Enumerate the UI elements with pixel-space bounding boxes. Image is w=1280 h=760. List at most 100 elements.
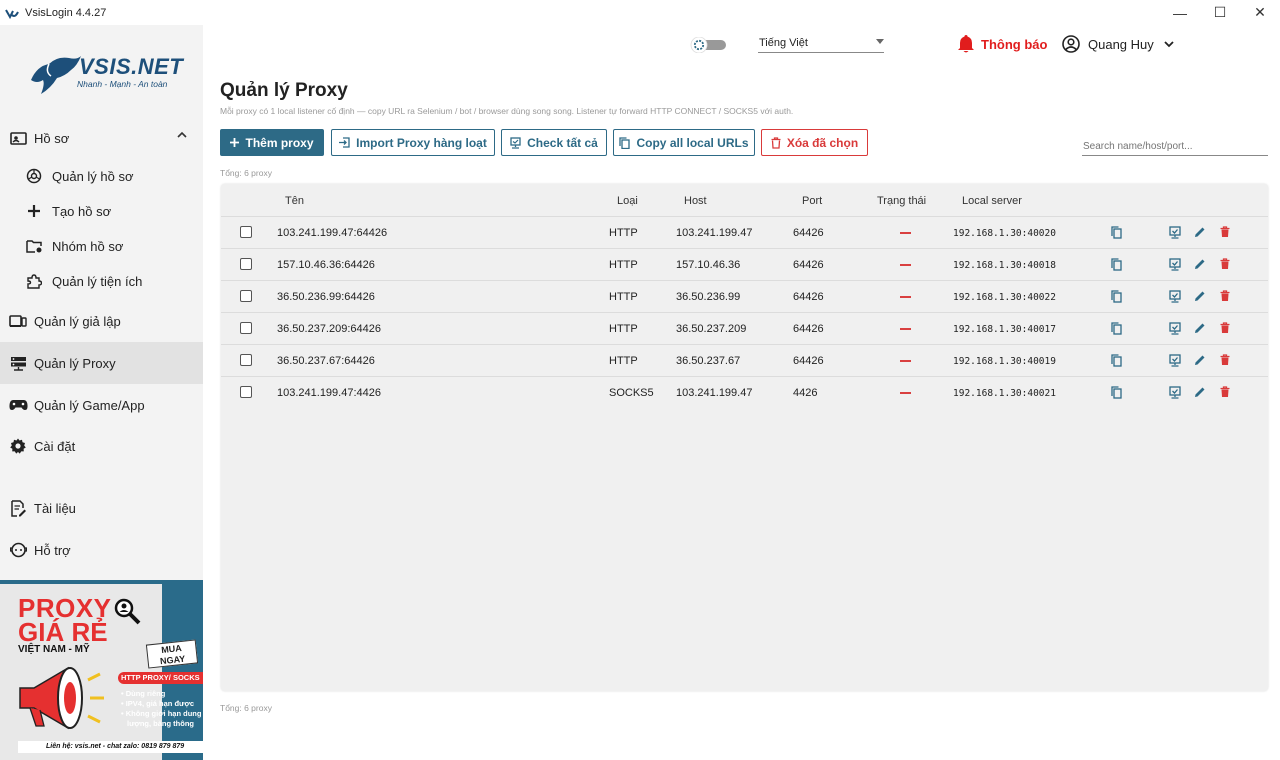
sidebar-item-extensions[interactable]: Quản lý tiện ích xyxy=(0,260,203,302)
close-button[interactable]: ✕ xyxy=(1240,0,1280,25)
column-header-type[interactable]: Loại xyxy=(617,195,638,207)
add-proxy-label: Thêm proxy xyxy=(245,135,314,150)
local-server-url: 192.168.1.30:40018 xyxy=(953,260,1056,271)
check-proxy-icon[interactable] xyxy=(1168,257,1182,271)
maximize-button[interactable]: ☐ xyxy=(1200,0,1240,25)
emulator-icon xyxy=(8,311,28,331)
proxy-name: 157.10.46.36:64426 xyxy=(277,259,375,271)
delete-icon[interactable] xyxy=(1218,289,1232,303)
delete-icon[interactable] xyxy=(1218,257,1232,271)
buy-now-badge[interactable]: MUA NGAY xyxy=(145,639,199,669)
language-select[interactable]: Tiếng Việt xyxy=(758,33,884,53)
local-server-url: 192.168.1.30:40021 xyxy=(953,388,1056,399)
window-titlebar: VsisLogin 4.4.27 — ☐ ✕ xyxy=(0,0,1280,25)
promo-feature: • Không giới hạn dung xyxy=(121,709,202,718)
copy-url-icon[interactable] xyxy=(1109,353,1123,367)
column-header-name[interactable]: Tên xyxy=(285,195,304,207)
notifications-button[interactable]: Thông báo xyxy=(957,34,1047,54)
delete-icon[interactable] xyxy=(1218,353,1232,367)
promo-feature: • IPV4, giá hạn được xyxy=(121,699,194,708)
table-row[interactable]: 36.50.237.67:64426 HTTP 36.50.237.67 64426 1… xyxy=(221,344,1268,376)
trash-icon xyxy=(771,136,781,149)
check-proxy-icon[interactable] xyxy=(1168,353,1182,367)
promo-banner[interactable]: PROXY GIÁ RẺ VIỆT NAM - MỸ MUA NGAY HTTP… xyxy=(0,580,203,760)
copy-url-icon[interactable] xyxy=(1109,289,1123,303)
copy-url-icon[interactable] xyxy=(1109,321,1123,335)
edit-icon[interactable] xyxy=(1193,353,1207,367)
edit-icon[interactable] xyxy=(1193,257,1207,271)
chevron-up-icon[interactable] xyxy=(177,131,187,139)
copy-url-icon[interactable] xyxy=(1109,385,1123,399)
edit-icon[interactable] xyxy=(1193,289,1207,303)
window-title: VsisLogin 4.4.27 xyxy=(25,6,107,19)
table-row[interactable]: 157.10.46.36:64426 HTTP 157.10.46.36 64426 1… xyxy=(221,248,1268,280)
column-header-port[interactable]: Port xyxy=(802,195,822,207)
check-proxy-icon[interactable] xyxy=(1168,225,1182,239)
local-server-url: 192.168.1.30:40020 xyxy=(953,228,1056,239)
sidebar-item-settings[interactable]: Cài đặt xyxy=(0,425,203,467)
check-proxy-icon[interactable] xyxy=(1168,289,1182,303)
edit-icon[interactable] xyxy=(1193,225,1207,239)
check-monitor-icon xyxy=(510,136,521,149)
row-checkbox[interactable] xyxy=(240,290,252,302)
table-row[interactable]: 36.50.237.209:64426 HTTP 36.50.237.209 6442… xyxy=(221,312,1268,344)
check-proxy-icon[interactable] xyxy=(1168,385,1182,399)
delete-icon[interactable] xyxy=(1218,385,1232,399)
proxy-port: 64426 xyxy=(793,227,824,239)
sidebar-item-profiles[interactable]: Hồ sơ xyxy=(0,117,203,159)
table-row[interactable]: 36.50.236.99:64426 HTTP 36.50.236.99 64426 1… xyxy=(221,280,1268,312)
sidebar: VSIS.NET Nhanh - Mạnh - An toàn Hồ sơ Qu… xyxy=(0,25,203,760)
proxy-type: HTTP xyxy=(609,323,638,335)
row-checkbox[interactable] xyxy=(240,322,252,334)
sidebar-item-label: Quản lý tiện ích xyxy=(52,273,143,289)
sidebar-item-docs[interactable]: Tài liệu xyxy=(0,487,203,529)
user-menu[interactable]: Quang Huy xyxy=(1062,34,1174,54)
column-header-status[interactable]: Trạng thái xyxy=(877,195,926,207)
row-checkbox[interactable] xyxy=(240,226,252,238)
search-input[interactable] xyxy=(1082,137,1268,156)
sidebar-item-support[interactable]: Hỗ trợ xyxy=(0,529,203,571)
edit-icon[interactable] xyxy=(1193,321,1207,335)
table-row[interactable]: 103.241.199.47:4426 SOCKS5 103.241.199.47 4… xyxy=(221,376,1268,408)
column-header-host[interactable]: Host xyxy=(684,195,707,207)
add-proxy-button[interactable]: Thêm proxy xyxy=(220,129,324,156)
language-value: Tiếng Việt xyxy=(759,37,808,49)
delete-icon[interactable] xyxy=(1218,225,1232,239)
user-name: Quang Huy xyxy=(1088,36,1154,52)
theme-toggle[interactable] xyxy=(688,37,726,53)
sidebar-item-proxy[interactable]: Quản lý Proxy xyxy=(0,342,203,384)
copy-url-icon[interactable] xyxy=(1109,225,1123,239)
sidebar-item-label: Cài đặt xyxy=(34,438,76,454)
magnifier-icon xyxy=(114,598,141,625)
import-proxy-button[interactable]: Import Proxy hàng loạt xyxy=(331,129,495,156)
sidebar-item-game-app[interactable]: Quản lý Game/App xyxy=(0,384,203,426)
proxy-type: SOCKS5 xyxy=(609,387,654,399)
check-all-button[interactable]: Check tất cả xyxy=(501,129,607,156)
row-checkbox[interactable] xyxy=(240,386,252,398)
table-row[interactable]: 103.241.199.47:64426 HTTP 103.241.199.47 64… xyxy=(221,216,1268,248)
http-socks-badge: HTTP PROXY/ SOCKS xyxy=(118,672,203,684)
logo-text: VSIS.NET xyxy=(79,54,184,79)
edit-icon[interactable] xyxy=(1193,385,1207,399)
proxy-host: 36.50.237.67 xyxy=(676,355,741,367)
check-proxy-icon[interactable] xyxy=(1168,321,1182,335)
sidebar-item-label: Quản lý Game/App xyxy=(34,397,145,413)
proxy-port: 64426 xyxy=(793,259,824,271)
column-header-local-server[interactable]: Local server xyxy=(962,195,1022,207)
proxy-name: 36.50.236.99:64426 xyxy=(277,291,375,303)
sidebar-item-label: Hỗ trợ xyxy=(34,542,71,558)
row-checkbox[interactable] xyxy=(240,354,252,366)
minimize-button[interactable]: — xyxy=(1160,0,1200,25)
proxy-port: 64426 xyxy=(793,355,824,367)
row-checkbox[interactable] xyxy=(240,258,252,270)
proxy-port: 64426 xyxy=(793,323,824,335)
sidebar-item-emulators[interactable]: Quản lý giả lập xyxy=(0,300,203,342)
delete-icon[interactable] xyxy=(1218,321,1232,335)
proxy-type: HTTP xyxy=(609,291,638,303)
puzzle-icon xyxy=(24,271,44,291)
table-header: Tên Loại Host Port Trạng thái Local serv… xyxy=(221,184,1268,216)
sidebar-item-label: Quản lý hồ sơ xyxy=(52,168,134,184)
copy-all-urls-button[interactable]: Copy all local URLs xyxy=(613,129,755,156)
copy-url-icon[interactable] xyxy=(1109,257,1123,271)
delete-selected-button[interactable]: Xóa đã chọn xyxy=(761,129,868,156)
